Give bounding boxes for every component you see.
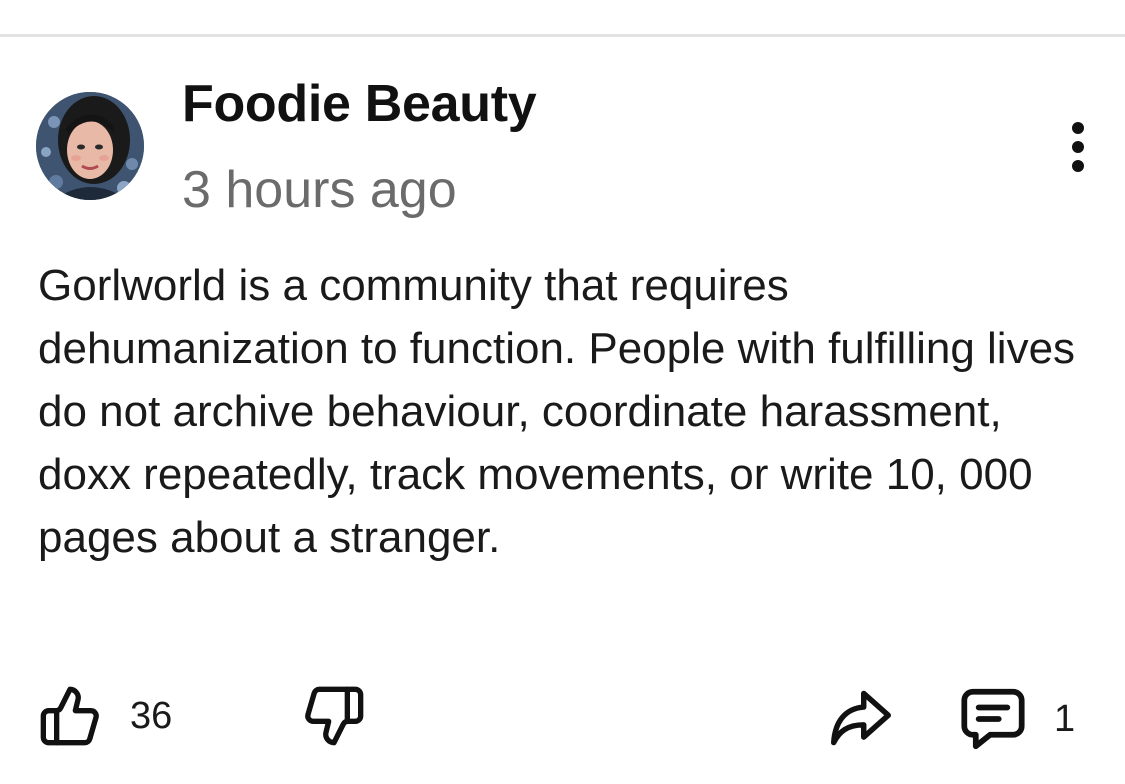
author-name[interactable]: Foodie Beauty — [182, 72, 537, 136]
upvote-count: 36 — [130, 695, 173, 737]
top-divider — [0, 34, 1125, 37]
more-options-button[interactable] — [1058, 116, 1098, 180]
thumbs-up-icon — [40, 686, 99, 746]
share-arrow-icon — [831, 690, 891, 746]
downvote-button[interactable] — [302, 684, 366, 748]
avatar-image — [36, 92, 144, 200]
comment-count: 1 — [1054, 698, 1076, 740]
comment-bubble-icon — [961, 688, 1025, 750]
share-button[interactable] — [828, 688, 894, 748]
avatar[interactable] — [36, 92, 144, 200]
vertical-ellipsis-icon — [1072, 122, 1084, 172]
post-timestamp: 3 hours ago — [182, 161, 457, 219]
comment-button[interactable]: 1 — [958, 686, 1075, 752]
thumbs-down-icon — [305, 686, 364, 746]
upvote-button[interactable]: 36 — [38, 684, 172, 748]
post-body: Gorlworld is a community that requires d… — [38, 261, 1076, 562]
